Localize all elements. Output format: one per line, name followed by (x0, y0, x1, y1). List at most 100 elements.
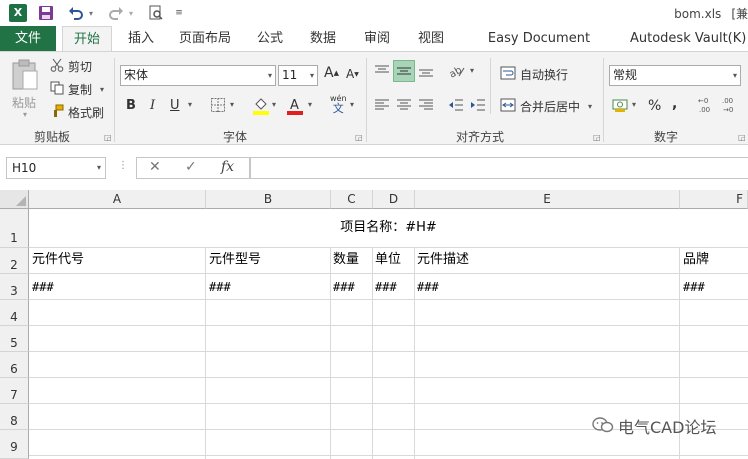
merge-center-button[interactable]: 合并后居中 ▾ (500, 98, 592, 115)
grow-font-button[interactable]: A ▲ (324, 65, 339, 81)
font-name-select[interactable]: 宋体 ▾ (120, 65, 276, 86)
table-cell[interactable]: ### (373, 274, 415, 300)
row-header[interactable]: 2 (0, 248, 29, 274)
table-header-cell[interactable]: 单位 (373, 248, 415, 274)
row-header[interactable]: 8 (0, 404, 29, 430)
increase-decimal-icon[interactable]: ←0.00 (698, 96, 718, 114)
percent-button[interactable]: % (648, 98, 661, 114)
row-header[interactable]: 9 (0, 430, 29, 459)
accounting-dropdown-icon[interactable]: ▾ (632, 100, 636, 109)
row-header[interactable]: 4 (0, 300, 29, 326)
font-color-dropdown-icon[interactable]: ▾ (308, 100, 312, 109)
paste-button[interactable]: 粘贴 (12, 94, 36, 111)
align-middle-icon[interactable] (393, 60, 415, 82)
align-bottom-icon[interactable] (418, 64, 434, 78)
enter-icon[interactable]: ✓ (185, 159, 197, 175)
column-header-d[interactable]: D (373, 190, 415, 209)
wrap-text-button[interactable]: 自动换行 (500, 66, 568, 83)
paste-icon[interactable] (8, 58, 42, 92)
table-cell[interactable]: ### (331, 274, 373, 300)
save-icon[interactable] (36, 3, 56, 23)
alignment-launcher-icon[interactable]: ◲ (593, 133, 601, 142)
column-header-e[interactable]: E (415, 190, 680, 209)
number-format-select[interactable]: 常规 ▾ (609, 65, 741, 86)
column-header-c[interactable]: C (331, 190, 373, 209)
excel-logo-icon[interactable]: X (8, 3, 28, 23)
align-center-icon[interactable] (396, 98, 412, 112)
underline-button[interactable]: U (170, 98, 180, 113)
column-header-f[interactable]: F (680, 190, 748, 209)
select-all-corner[interactable] (0, 190, 29, 209)
tab-review[interactable]: 审阅 (356, 26, 398, 51)
table-cell[interactable]: ### (680, 274, 748, 300)
cancel-icon[interactable]: ✕ (149, 159, 161, 175)
table-header-cell[interactable]: 元件型号 (206, 248, 331, 274)
orientation-dropdown-icon[interactable]: ▾ (470, 66, 474, 75)
row-header[interactable]: 3 (0, 274, 29, 300)
tab-insert[interactable]: 插入 (120, 26, 162, 51)
table-cell[interactable]: ### (415, 274, 680, 300)
align-left-icon[interactable] (374, 98, 390, 112)
table-cell[interactable]: ### (29, 274, 206, 300)
tab-data[interactable]: 数据 (302, 26, 344, 51)
column-header-a[interactable]: A (29, 190, 206, 209)
undo-icon[interactable] (66, 3, 86, 23)
redo-dropdown-icon[interactable]: ▾ (126, 3, 136, 23)
font-size-select[interactable]: 11 ▾ (278, 65, 318, 86)
copy-dropdown-icon[interactable]: ▾ (100, 85, 104, 94)
orientation-icon[interactable]: ab (448, 64, 466, 78)
tab-home[interactable]: 开始 (62, 26, 112, 51)
fill-color-dropdown-icon[interactable]: ▾ (272, 100, 276, 109)
tab-view[interactable]: 视图 (410, 26, 452, 51)
insert-function-button[interactable]: fx (221, 159, 234, 175)
table-header-cell[interactable]: 数量 (331, 248, 373, 274)
italic-button[interactable]: I (150, 98, 155, 113)
number-launcher-icon[interactable]: ◲ (738, 133, 746, 142)
table-header-cell[interactable]: 元件代号 (29, 248, 206, 274)
name-box[interactable]: H10 ▾ (6, 157, 106, 179)
cut-button[interactable]: 剪切 (50, 58, 92, 75)
row-header[interactable]: 1 (0, 209, 29, 248)
table-cell[interactable]: ### (206, 274, 331, 300)
phonetic-dropdown-icon[interactable]: ▾ (350, 100, 354, 109)
undo-dropdown-icon[interactable]: ▾ (86, 3, 96, 23)
clipboard-launcher-icon[interactable]: ◲ (104, 133, 112, 142)
align-right-icon[interactable] (418, 98, 434, 112)
tab-formulas[interactable]: 公式 (250, 26, 290, 51)
format-painter-button[interactable]: 格式刷 (50, 104, 104, 121)
increase-indent-icon[interactable] (470, 98, 486, 112)
column-header-b[interactable]: B (206, 190, 331, 209)
copy-button[interactable]: 复制 ▾ (50, 81, 104, 98)
font-launcher-icon[interactable]: ◲ (355, 133, 363, 142)
merge-dropdown-icon[interactable]: ▾ (588, 102, 592, 111)
tab-file[interactable]: 文件 (0, 26, 56, 51)
accounting-format-icon[interactable] (612, 97, 630, 113)
redo-icon[interactable] (106, 3, 126, 23)
align-top-icon[interactable] (374, 64, 390, 78)
row-header[interactable]: 7 (0, 378, 29, 404)
project-title-cell[interactable]: 项目名称：#H# (29, 209, 748, 248)
tab-autodesk-vault[interactable]: Autodesk Vault(K) (630, 26, 748, 51)
table-header-cell[interactable]: 品牌 (680, 248, 748, 274)
print-preview-icon[interactable] (146, 3, 166, 23)
fill-color-icon[interactable] (252, 96, 270, 116)
comma-style-button[interactable]: , (672, 96, 677, 112)
shrink-font-button[interactable]: A ▼ (346, 67, 359, 81)
paste-dropdown-icon[interactable]: ▾ (23, 110, 27, 119)
borders-dropdown-icon[interactable]: ▾ (230, 100, 234, 109)
row-header[interactable]: 5 (0, 326, 29, 352)
phonetic-button[interactable]: wén 文 (330, 94, 347, 114)
borders-icon[interactable] (210, 97, 226, 113)
tab-page-layout[interactable]: 页面布局 (172, 26, 238, 51)
decrease-indent-icon[interactable] (448, 98, 464, 112)
bold-button[interactable]: B (126, 98, 136, 113)
formula-input[interactable] (250, 157, 748, 179)
more-options-icon[interactable]: ⋮ (118, 160, 128, 171)
underline-dropdown-icon[interactable]: ▾ (188, 100, 192, 109)
customize-toolbar-icon[interactable]: ≡ (172, 3, 186, 23)
decrease-decimal-icon[interactable]: .00 →0 (722, 96, 742, 114)
font-color-icon[interactable]: A (286, 96, 304, 116)
row-header[interactable]: 6 (0, 352, 29, 378)
tab-easy-document-creator[interactable]: Easy Document Creator (464, 26, 614, 71)
table-header-cell[interactable]: 元件描述 (415, 248, 680, 274)
